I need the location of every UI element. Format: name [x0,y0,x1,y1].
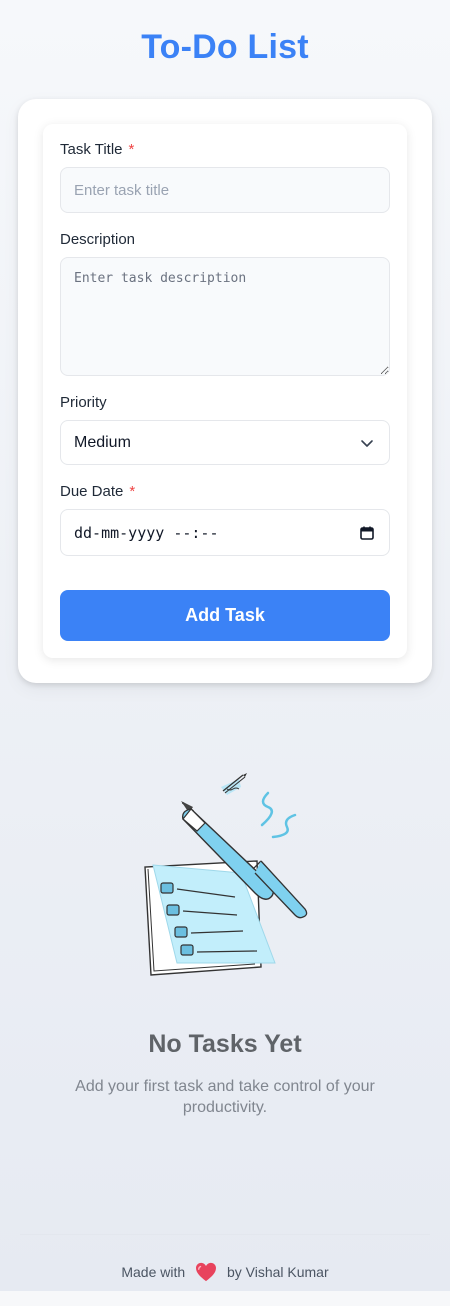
priority-label-text: Priority [60,394,107,411]
task-title-label: Task Title * [60,141,134,158]
task-form: Task Title* Description Priority Medium … [43,124,407,658]
task-title-input[interactable] [60,167,390,213]
required-marker: * [128,141,135,158]
heart-icon [196,1262,217,1282]
description-textarea[interactable] [60,257,390,376]
description-label: Description [60,231,135,248]
due-date-label-text: Due Date [60,483,124,500]
footer: Made with by Vishal Kumar [0,1262,450,1282]
footer-author: by Vishal Kumar [226,1264,329,1280]
description-label-text: Description [60,231,136,248]
small-pen-icon [221,773,247,795]
notebook-pen-illustration [144,773,308,976]
due-date-label: Due Date * [60,483,135,500]
empty-state-title: No Tasks Yet [148,1030,302,1058]
footer-divider [20,1234,430,1235]
task-form-card: Task Title* Description Priority Medium … [18,99,432,683]
priority-label: Priority [60,394,107,411]
calendar-icon[interactable] [359,525,375,541]
task-title-label-text: Task Title [60,141,123,158]
page-title: To-Do List [141,28,309,66]
priority-select[interactable]: Medium [60,420,390,465]
add-task-button[interactable]: Add Task [60,590,390,641]
chevron-down-icon [361,440,373,447]
required-marker: * [129,483,136,500]
due-date-input[interactable]: dd-mm-yyyy --:-- [60,509,390,556]
empty-state-message: Add your first task and take control of … [75,1078,375,1116]
bottom-strip [0,1291,450,1306]
footer-made-with: Made with [121,1264,186,1280]
due-date-value: dd-mm-yyyy --:-- [74,524,219,542]
priority-selected-value: Medium [74,434,131,451]
